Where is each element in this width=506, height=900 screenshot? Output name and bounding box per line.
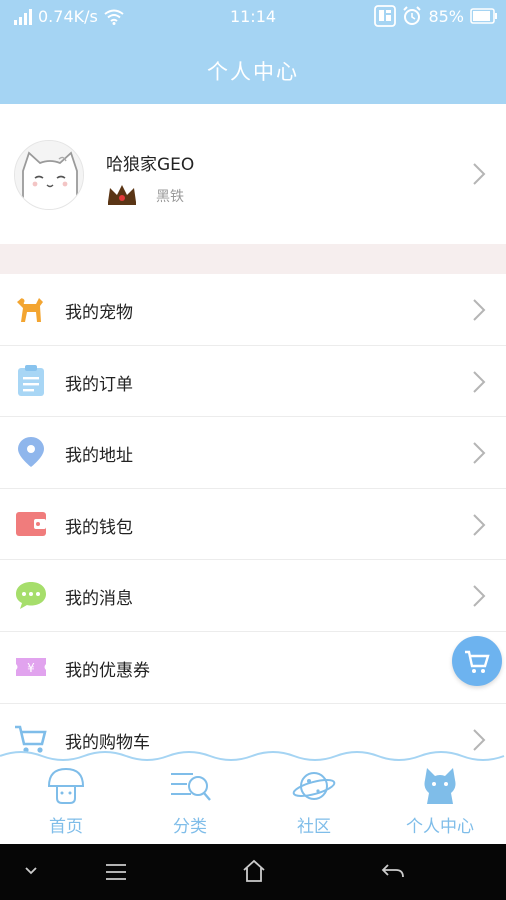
menu-item-label: 我的宠物	[65, 303, 133, 323]
coupon-icon: ¥	[16, 657, 46, 676]
menu-item-label: 我的地址	[65, 446, 133, 467]
menu-item-wallet[interactable]: 我的钱包	[0, 488, 506, 561]
battery-icon	[470, 8, 497, 24]
menu-item-coupons[interactable]: ¥ 我的优惠券	[0, 631, 506, 704]
chevron-down-icon[interactable]	[24, 866, 38, 876]
menu-item-orders[interactable]: 我的订单	[0, 345, 506, 418]
bottom-tab-bar: 首页 分类 社区 个人中心	[0, 751, 506, 844]
cart-icon	[465, 650, 490, 673]
wallet-icon	[16, 511, 46, 536]
member-level: 黑铁	[156, 189, 184, 205]
menu-item-label: 我的钱包	[65, 517, 133, 538]
chat-bubble-icon	[16, 582, 46, 610]
system-nav-bar	[0, 844, 506, 900]
clipboard-icon	[18, 364, 44, 396]
battery-percent: 85%	[428, 6, 464, 26]
alarm-icon	[403, 6, 422, 25]
cat-icon	[424, 768, 456, 804]
cat-avatar-icon	[15, 141, 83, 209]
tab-profile[interactable]: 个人中心	[390, 766, 490, 837]
tab-label: 分类	[173, 817, 207, 837]
back-icon[interactable]	[380, 862, 406, 882]
section-divider	[0, 244, 506, 274]
menu-icon[interactable]	[104, 862, 128, 882]
tab-home[interactable]: 首页	[16, 766, 116, 837]
wave-divider	[0, 751, 505, 761]
notification-icon	[374, 5, 397, 27]
tab-label: 首页	[49, 817, 83, 837]
coupon-yen-text: ¥	[27, 661, 35, 675]
menu-item-label: 我的优惠券	[65, 660, 150, 681]
chevron-right-icon	[473, 514, 486, 536]
status-bar: 0.74K/s 11:14 85%	[0, 0, 506, 36]
chevron-right-icon	[473, 585, 486, 608]
menu-item-address[interactable]: 我的地址	[0, 417, 506, 489]
menu-item-label: 我的消息	[65, 589, 133, 610]
profile-card[interactable]: 哈狼家GEO 黑铁	[0, 104, 506, 244]
dog-icon	[17, 298, 43, 322]
crown-icon	[108, 185, 136, 205]
avatar[interactable]	[14, 140, 84, 210]
tab-category[interactable]: 分类	[140, 766, 240, 837]
chevron-right-icon	[473, 299, 486, 321]
menu-item-messages[interactable]: 我的消息	[0, 560, 506, 632]
tab-label: 个人中心	[406, 817, 474, 837]
planet-icon	[292, 772, 336, 800]
mushroom-icon	[47, 767, 85, 804]
home-icon[interactable]	[241, 858, 267, 884]
menu-item-label: 我的订单	[65, 374, 133, 395]
tab-label: 社区	[297, 817, 331, 837]
tab-community[interactable]: 社区	[264, 766, 364, 837]
page-title: 个人中心	[207, 60, 299, 84]
chevron-right-icon	[473, 442, 486, 464]
category-search-icon	[171, 773, 211, 801]
location-pin-icon	[18, 437, 44, 468]
chevron-right-icon	[473, 163, 486, 185]
top-bar: 0.74K/s 11:14 85% 个人中心	[0, 0, 506, 104]
username: 哈狼家GEO	[106, 155, 195, 175]
floating-cart-button[interactable]	[452, 636, 502, 686]
chevron-right-icon	[473, 370, 486, 393]
menu-list: 我的宠物 我的订单 我的地址 我的钱包 我的消息 ¥ 我的优惠券 我的购物车	[0, 274, 506, 776]
menu-item-pet[interactable]: 我的宠物	[0, 274, 506, 346]
status-right: 85%	[374, 5, 498, 27]
